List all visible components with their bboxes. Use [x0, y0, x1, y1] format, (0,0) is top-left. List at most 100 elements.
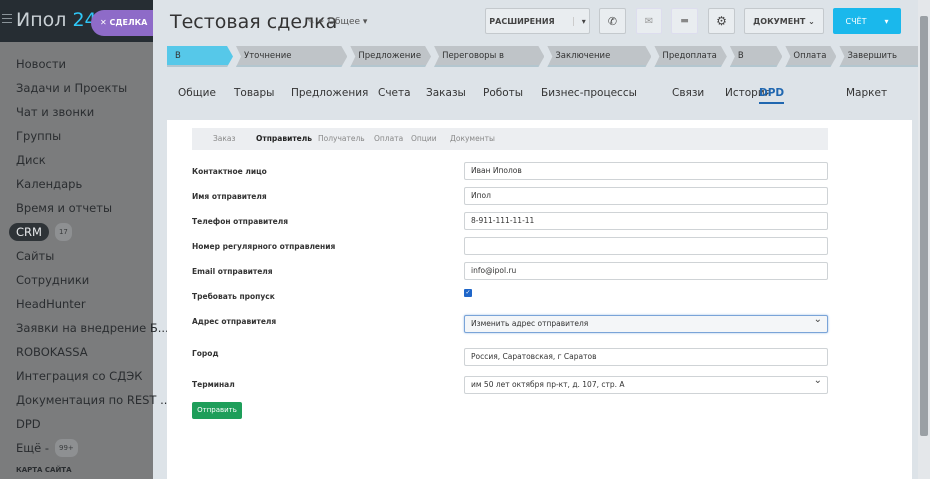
sender-address-label: Адрес отправителя: [192, 317, 277, 326]
sidebar-item[interactable]: Чат и звонки: [16, 100, 171, 124]
document-button[interactable]: ДОКУМЕНТ ⌄: [744, 8, 824, 34]
pipeline-stage[interactable]: Переговоры в процессе: [434, 46, 544, 67]
sidebar-item-label: HeadHunter: [16, 297, 86, 311]
sender-name-label: Имя отправителя: [192, 192, 267, 201]
sidebar-nav: Новости Задачи и Проекты Чат и звонки Групп…: [9, 52, 171, 460]
pipeline-stage[interactable]: В работе: [730, 46, 783, 67]
tab[interactable]: Маркет: [846, 87, 887, 99]
tab[interactable]: Бизнес-процессы: [541, 87, 637, 99]
subtab[interactable]: Опции: [411, 134, 437, 143]
sidebar-item-label: Сотрудники: [16, 273, 90, 287]
tab[interactable]: Заказы: [426, 87, 466, 99]
tab[interactable]: Счета: [378, 87, 411, 99]
chevron-down-icon: ⌄: [805, 16, 815, 26]
terminal-select[interactable]: им 50 лет октября пр-кт, д. 107, стр. А: [464, 373, 828, 394]
terminal-label: Терминал: [192, 380, 235, 389]
sidebar-item-label: Документация по REST ...: [16, 393, 172, 407]
phone-button[interactable]: ✆: [599, 8, 626, 34]
close-icon[interactable]: ✕: [100, 18, 110, 27]
sidebar-item[interactable]: Сайты: [16, 244, 171, 268]
chevron-down-icon[interactable]: ▾: [885, 17, 889, 26]
sender-email-input[interactable]: info@ipol.ru: [464, 262, 828, 280]
edit-icon[interactable]: ✎: [307, 17, 315, 27]
sidebar-item[interactable]: Группы: [16, 124, 171, 148]
sidebar-item[interactable]: CRM 17: [9, 220, 171, 244]
category-select[interactable]: Общее: [328, 17, 360, 27]
require-pass-label: Требовать пропуск: [192, 292, 275, 301]
tab[interactable]: Роботы: [483, 87, 523, 99]
sender-email-label: Email отправителя: [192, 267, 273, 276]
regular-number-input[interactable]: [464, 237, 828, 255]
sidebar-item[interactable]: Документация по REST ...: [16, 388, 171, 412]
dpd-card: Заказ Отправитель Получатель Оплата Опции Док…: [167, 120, 912, 479]
invoice-button[interactable]: СЧЁТ ▾: [833, 8, 901, 34]
sidebar-item-label: CRM: [9, 223, 49, 241]
sender-phone-input[interactable]: 8-911-111-11-11: [464, 212, 828, 230]
subtab[interactable]: Получатель: [318, 134, 365, 143]
sidebar-item[interactable]: Интеграция со СДЭК: [16, 364, 171, 388]
pipeline-stages: В обработке Уточнение информации Предложен…: [167, 46, 930, 67]
tab[interactable]: DPD: [759, 87, 785, 104]
sidebar-item[interactable]: Диск: [16, 148, 171, 172]
pipeline-stage[interactable]: Предоплата: [654, 46, 726, 67]
tab[interactable]: Связи: [672, 87, 704, 99]
sidebar-item-label: Календарь: [16, 177, 83, 191]
city-label: Город: [192, 349, 219, 358]
sidebar-item[interactable]: Сотрудники: [16, 268, 171, 292]
sidebar-item[interactable]: Время и отчеты: [16, 196, 171, 220]
sidebar-item-label: ROBOKASSA: [16, 345, 88, 359]
tab[interactable]: Предложения: [291, 87, 368, 99]
sender-address-select[interactable]: Изменить адрес отправителя: [464, 312, 828, 333]
pipeline-stage[interactable]: В обработке: [167, 46, 233, 67]
chat-icon: ▬: [680, 16, 689, 26]
pipeline-stage[interactable]: Завершить сделку: [839, 46, 930, 67]
mail-icon: ✉: [644, 15, 654, 27]
link-icon[interactable]: ⚭: [317, 17, 325, 27]
pipeline-stage[interactable]: Заключение договора: [547, 46, 651, 67]
sidebar-item-label: Чат и звонки: [16, 105, 95, 119]
subtab[interactable]: Отправитель: [256, 134, 312, 143]
sidebar-item[interactable]: Новости: [16, 52, 171, 76]
sidebar: Ипол 24 ✕ СДЕЛКА Новости Задачи и Проекты…: [0, 0, 171, 479]
pipeline-stage[interactable]: Оплата: [785, 46, 836, 67]
extensions-button[interactable]: РАСШИРЕНИЯ ▾: [485, 8, 590, 34]
sidebar-item-label: DPD: [16, 417, 41, 431]
mail-button[interactable]: ✉: [636, 8, 662, 34]
subtab[interactable]: Документы: [450, 134, 495, 143]
sidebar-item[interactable]: Заявки на внедрение Б...: [16, 316, 171, 340]
contact-input[interactable]: Иван Иполов: [464, 162, 828, 180]
tab[interactable]: Общие: [178, 87, 216, 99]
sidebar-item[interactable]: HeadHunter: [16, 292, 171, 316]
sidebar-item[interactable]: DPD: [16, 412, 171, 436]
sidebar-item-label: Группы: [16, 129, 62, 143]
dpd-subtabs: Заказ Отправитель Получатель Оплата Опции Док…: [192, 128, 828, 150]
settings-button[interactable]: ⚙: [708, 8, 735, 34]
subtab[interactable]: Оплата: [374, 134, 403, 143]
chat-button[interactable]: ▬: [671, 8, 698, 34]
sidebar-item[interactable]: ROBOKASSA: [16, 340, 171, 364]
sidebar-item-label: Интеграция со СДЭК: [16, 369, 143, 383]
sidebar-item[interactable]: Ещё - 99+: [16, 436, 171, 460]
title-tools: ✎ ⚭ Общее ▾: [307, 17, 368, 27]
scrollbar-thumb[interactable]: [920, 16, 928, 436]
deal-chip[interactable]: ✕ СДЕЛКА: [91, 10, 153, 36]
city-input[interactable]: Россия, Саратовская, г Саратов: [464, 348, 828, 366]
require-pass-checkbox[interactable]: ✓: [464, 289, 472, 297]
gear-icon: ⚙: [716, 14, 727, 28]
sender-name-input[interactable]: Ипол: [464, 187, 828, 205]
logo[interactable]: Ипол 24: [16, 9, 97, 31]
chevron-down-icon[interactable]: ▾: [572, 16, 586, 26]
sidebar-item[interactable]: Календарь: [16, 172, 171, 196]
menu-icon[interactable]: [2, 14, 12, 23]
scrollbar[interactable]: [918, 0, 930, 479]
submit-button[interactable]: Отправить: [192, 402, 242, 419]
sidebar-item[interactable]: Задачи и Проекты: [16, 76, 171, 100]
count-badge: 17: [54, 223, 72, 241]
sidebar-item-label: Новости: [16, 57, 66, 71]
site-map-link[interactable]: КАРТА САЙТА: [16, 466, 72, 474]
pipeline-stage[interactable]: Предложение: [350, 46, 431, 67]
sidebar-item-label: Сайты: [16, 249, 55, 263]
pipeline-stage[interactable]: Уточнение информации: [236, 46, 347, 67]
tab[interactable]: Товары: [234, 87, 274, 99]
subtab[interactable]: Заказ: [213, 134, 236, 143]
